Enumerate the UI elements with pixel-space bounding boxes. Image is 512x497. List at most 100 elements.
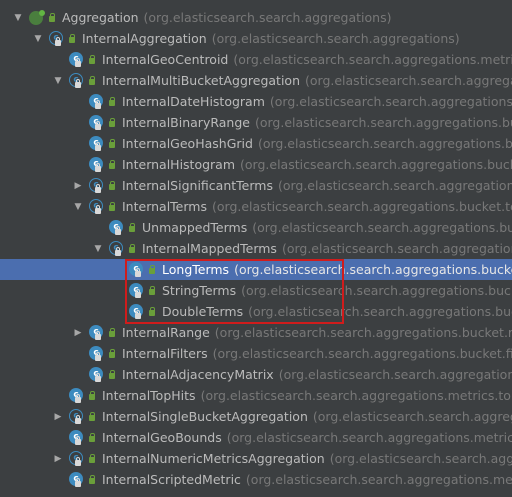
no-arrow bbox=[53, 469, 63, 490]
class-name: InternalSingleBucketAggregation bbox=[102, 409, 308, 424]
public-visibility-icon bbox=[108, 348, 116, 359]
class-icon: c bbox=[89, 156, 105, 173]
package-name: (org.elasticsearch.search.aggregations) bbox=[329, 451, 512, 466]
no-arrow bbox=[93, 217, 103, 238]
class-name: InternalGeoBounds bbox=[102, 430, 222, 445]
tree-node[interactable]: ▼ c InternalMultiBucketAggregation (org.ela… bbox=[0, 70, 512, 91]
public-visibility-icon bbox=[108, 180, 116, 191]
no-arrow bbox=[73, 91, 83, 112]
tree-node[interactable]: c InternalGeoBounds (org.elasticsearch.sea… bbox=[0, 427, 512, 448]
class-name: InternalAdjacencyMatrix bbox=[122, 367, 274, 382]
collapsed-arrow-icon[interactable]: ▶ bbox=[53, 406, 63, 427]
tree-node[interactable]: c InternalHistogram (org.elasticsearch.sea… bbox=[0, 154, 512, 175]
tree-node[interactable]: c UnmappedTerms (org.elasticsearch.search.… bbox=[0, 217, 512, 238]
class-name: InternalTerms bbox=[122, 199, 207, 214]
package-name: (org.elasticsearch.search.aggregations.b… bbox=[269, 94, 512, 109]
package-name: (org.elasticsearch.search.aggregations.b… bbox=[212, 346, 512, 361]
no-arrow bbox=[53, 385, 63, 406]
class-icon: c bbox=[129, 261, 145, 278]
class-icon: c bbox=[69, 471, 85, 488]
tree-node[interactable]: ▼ c InternalMappedTerms (org.elasticsearch.… bbox=[0, 238, 512, 259]
public-visibility-icon bbox=[128, 243, 136, 254]
no-arrow bbox=[113, 280, 123, 301]
public-visibility-icon bbox=[48, 12, 56, 23]
tree-node[interactable]: ▼ Aggregation (org.elasticsearch.search.ag… bbox=[0, 7, 512, 28]
abstract-class-icon: c bbox=[89, 198, 105, 215]
class-name: InternalRange bbox=[122, 325, 210, 340]
tree-node[interactable]: c InternalTopHits (org.elasticsearch.searc… bbox=[0, 385, 512, 406]
package-name: (org.elasticsearch.search.aggregations.b… bbox=[281, 241, 512, 256]
tree-node[interactable]: c InternalScriptedMetric (org.elasticsearc… bbox=[0, 469, 512, 490]
public-visibility-icon bbox=[88, 54, 96, 65]
tree-node[interactable]: c StringTerms (org.elasticsearch.search.ag… bbox=[0, 280, 512, 301]
public-visibility-icon bbox=[108, 138, 116, 149]
class-icon: c bbox=[129, 282, 145, 299]
no-arrow bbox=[73, 133, 83, 154]
class-icon: c bbox=[129, 303, 145, 320]
package-name: (org.elasticsearch.search.aggregations.b… bbox=[212, 199, 512, 214]
package-name: (org.elasticsearch.search.aggregations.b… bbox=[278, 367, 512, 382]
abstract-class-icon: c bbox=[69, 408, 85, 425]
no-arrow bbox=[73, 154, 83, 175]
abstract-class-icon: c bbox=[109, 240, 125, 257]
expanded-arrow-icon[interactable]: ▼ bbox=[53, 70, 63, 91]
class-icon: c bbox=[89, 324, 105, 341]
no-arrow bbox=[73, 364, 83, 385]
class-name: InternalTopHits bbox=[102, 388, 196, 403]
no-arrow bbox=[73, 112, 83, 133]
public-visibility-icon bbox=[108, 201, 116, 212]
tree-node[interactable]: c InternalGeoHashGrid (org.elasticsearch.s… bbox=[0, 133, 512, 154]
class-name: InternalGeoCentroid bbox=[102, 52, 229, 67]
collapsed-arrow-icon[interactable]: ▶ bbox=[53, 448, 63, 469]
expanded-arrow-icon[interactable]: ▼ bbox=[73, 196, 83, 217]
tree-node[interactable]: c DoubleTerms (org.elasticsearch.search.ag… bbox=[0, 301, 512, 322]
no-arrow bbox=[53, 427, 63, 448]
tree-node[interactable]: ▶ c InternalNumericMetricsAggregation (org.… bbox=[0, 448, 512, 469]
class-icon: c bbox=[69, 51, 85, 68]
tree-node[interactable]: c InternalDateHistogram (org.elasticsearch… bbox=[0, 91, 512, 112]
interface-icon bbox=[29, 9, 45, 26]
no-arrow bbox=[113, 259, 123, 280]
package-name: (org.elasticsearch.search.aggregations) bbox=[211, 31, 460, 46]
tree-node[interactable]: c InternalFilters (org.elasticsearch.searc… bbox=[0, 343, 512, 364]
package-name: (org.elasticsearch.search.aggregations.b… bbox=[248, 304, 512, 319]
package-name: (org.elasticsearch.search.aggregations.b… bbox=[277, 178, 512, 193]
abstract-class-icon: c bbox=[69, 450, 85, 467]
collapsed-arrow-icon[interactable]: ▶ bbox=[73, 175, 83, 196]
tree-node[interactable]: ▼ c InternalTerms (org.elasticsearch.search… bbox=[0, 196, 512, 217]
type-hierarchy-tree[interactable]: ▼ Aggregation (org.elasticsearch.search.ag… bbox=[0, 0, 512, 497]
package-name: (org.elasticsearch.search.aggregations.b… bbox=[252, 220, 512, 235]
tree-node[interactable]: c InternalAdjacencyMatrix (org.elasticsear… bbox=[0, 364, 512, 385]
tree-node[interactable]: ▶ c InternalSignificantTerms (org.elasticse… bbox=[0, 175, 512, 196]
class-name: DoubleTerms bbox=[162, 304, 244, 319]
tree-node[interactable]: ▶ c InternalSingleBucketAggregation (org.el… bbox=[0, 406, 512, 427]
tree-node[interactable]: ▶ c InternalRange (org.elasticsearch.search… bbox=[0, 322, 512, 343]
public-visibility-icon bbox=[88, 432, 96, 443]
collapsed-arrow-icon[interactable]: ▶ bbox=[73, 322, 83, 343]
tree-node[interactable]: c InternalGeoCentroid (org.elasticsearch.s… bbox=[0, 49, 512, 70]
expanded-arrow-icon[interactable]: ▼ bbox=[93, 238, 103, 259]
class-icon: c bbox=[89, 93, 105, 110]
package-name: (org.elasticsearch.search.aggregations.b… bbox=[254, 115, 512, 130]
package-name: (org.elasticsearch.search.aggregations.b… bbox=[241, 283, 512, 298]
package-name: (org.elasticsearch.search.aggregations.b… bbox=[257, 136, 512, 151]
no-arrow bbox=[53, 49, 63, 70]
class-name: LongTerms bbox=[162, 262, 230, 277]
package-name: (org.elasticsearch.search.aggregations.b… bbox=[234, 262, 512, 277]
package-name: (org.elasticsearch.search.aggregations) bbox=[312, 409, 512, 424]
abstract-class-icon: c bbox=[89, 177, 105, 194]
package-name: (org.elasticsearch.search.aggregations.b… bbox=[214, 325, 512, 340]
class-name: InternalSignificantTerms bbox=[122, 178, 273, 193]
expanded-arrow-icon[interactable]: ▼ bbox=[13, 7, 23, 28]
public-visibility-icon bbox=[108, 327, 116, 338]
tree-node[interactable]: c LongTerms (org.elasticsearch.search.aggr… bbox=[0, 259, 512, 280]
tree-node[interactable]: c InternalBinaryRange (org.elasticsearch.s… bbox=[0, 112, 512, 133]
tree-node[interactable]: ▼ c InternalAggregation (org.elasticsearch.… bbox=[0, 28, 512, 49]
public-visibility-icon bbox=[148, 306, 156, 317]
public-visibility-icon bbox=[88, 411, 96, 422]
package-name: (org.elasticsearch.search.aggregations.m… bbox=[200, 388, 512, 403]
expanded-arrow-icon[interactable]: ▼ bbox=[33, 28, 43, 49]
class-name: Aggregation bbox=[62, 10, 139, 25]
class-name: InternalMultiBucketAggregation bbox=[102, 73, 300, 88]
class-name: InternalHistogram bbox=[122, 157, 236, 172]
